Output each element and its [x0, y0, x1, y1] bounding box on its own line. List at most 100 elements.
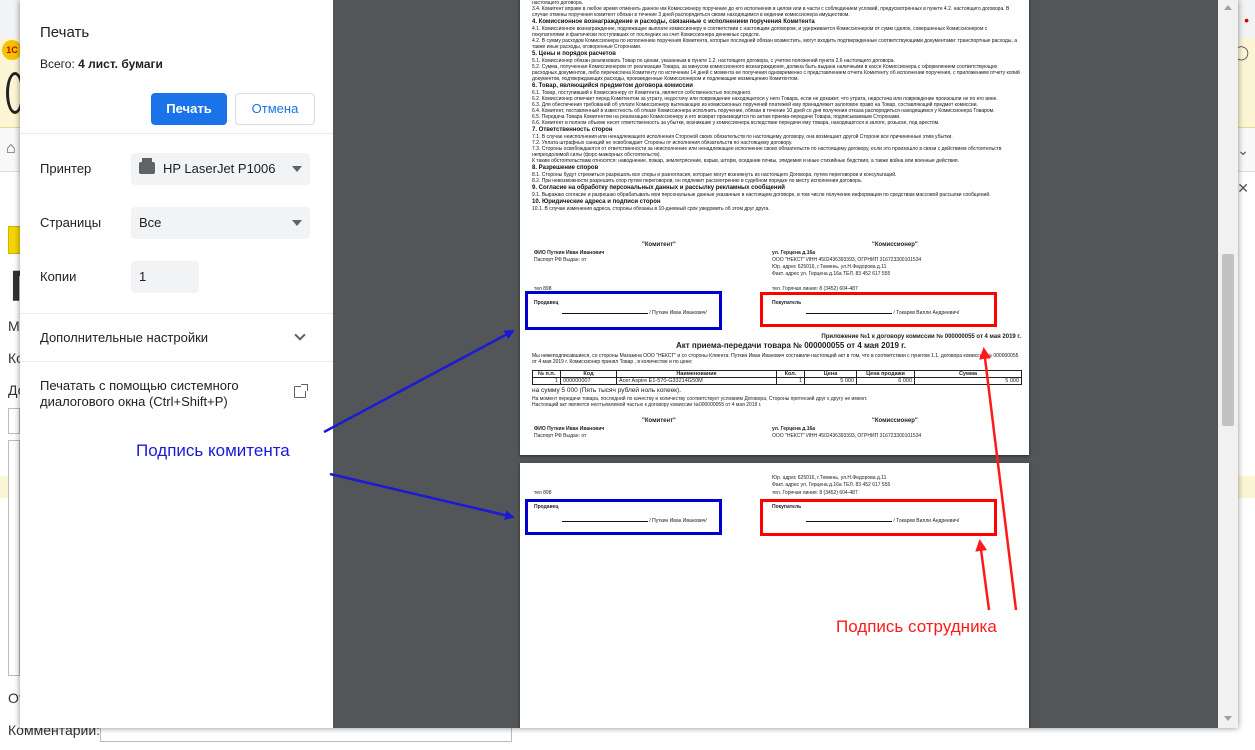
chevron-down-icon[interactable]: ⌄: [1237, 142, 1249, 159]
table-row: 1 000000007 Acer Aspire E1-570-G33214G50…: [532, 377, 1022, 385]
fact-address: Факт. адрес ул. Герцена д.16а ТЕЛ. 83 45…: [772, 482, 891, 488]
employee-signature-highlight: [760, 499, 997, 536]
open-external-icon[interactable]: [294, 384, 308, 398]
table-header: Цена: [804, 370, 857, 378]
app-logo-icon: •: [1244, 12, 1249, 28]
doc-line: 3.4. Комитент вправе в любое время отмен…: [532, 6, 1010, 18]
scrollbar-thumb[interactable]: [1222, 254, 1234, 426]
komitent-signature-highlight: [525, 291, 722, 330]
printer-icon: [139, 158, 155, 174]
doc-line: К таким обстоятельствам относятся: навод…: [532, 158, 959, 164]
employee-signature-highlight: [760, 292, 997, 327]
company-line: ООО "НЕКСТ" ИНН 4502436393393, ОГРНИП 31…: [772, 433, 922, 439]
system-dialog-link[interactable]: Печатать с помощью системного диалоговог…: [40, 378, 280, 410]
komitent-label: "Комитент": [642, 418, 676, 424]
home-icon[interactable]: ⌂: [6, 140, 16, 158]
act-intro: Мы нижеподписавшиеся, со стороны Магазин…: [532, 353, 1019, 365]
table-header-row: № п.п. Код Наименование Кол. Цена Цена п…: [532, 370, 1022, 378]
doc-line: 4.2. В сумму расходов Комиссионера по ис…: [532, 38, 1017, 50]
table-header: Кол.: [776, 370, 805, 378]
app-list-panel: [8, 440, 20, 676]
komissioner-label: "Комиссионер": [872, 242, 918, 248]
legal-address: Юр. адрес 625016, г.Тюмень, ул.Н.Федоров…: [772, 264, 887, 270]
doc-line: 5.2. Сумма, полученная Комиссионером от …: [532, 64, 1020, 82]
table-header: Наименование: [616, 370, 777, 378]
table-header: Код: [560, 370, 617, 378]
printer-select-value: HP LaserJet P1006: [139, 158, 276, 176]
legal-address: Юр. адрес 625016, г.Тюмень, ул.Н.Федоров…: [772, 475, 887, 481]
preview-page-1: настоящего договора. 3.4. Комитент вправ…: [520, 0, 1029, 455]
section-title: 10. Юридические адреса и подписи сторон: [532, 199, 661, 205]
preview-scrollbar[interactable]: [1218, 0, 1238, 728]
doc-line: 10.1. В случае изменения адреса, стороны…: [532, 206, 770, 212]
table-header: Сумма: [914, 370, 1022, 378]
dropdown-arrow-icon: [292, 220, 302, 226]
appendix-line: Приложение №1 к договору комиссии № 0000…: [821, 334, 1021, 340]
scroll-up-icon[interactable]: [1224, 5, 1232, 10]
phone-line: тел. Горячая линия: 8 (3452) 604-487: [772, 490, 858, 496]
pages-select[interactable]: Все: [131, 207, 310, 239]
table-cell: 000000007: [560, 377, 617, 385]
komitent-label: "Комитент": [642, 242, 676, 248]
table-cell: 5 000: [914, 377, 1022, 385]
scroll-down-icon[interactable]: [1224, 716, 1232, 721]
act-title: Акт приема-передачи товара № 000000055 о…: [676, 341, 906, 350]
printer-name: HP LaserJet P1006: [163, 161, 276, 176]
sheet-total: Всего: 4 лист. бумаги: [40, 57, 163, 71]
print-preview: настоящего договора. 3.4. Комитент вправ…: [333, 0, 1238, 728]
address-line: ул. Герцена д.16а: [772, 250, 816, 256]
table-header: № п.п.: [532, 370, 561, 378]
contract-text: настоящего договора. 3.4. Комитент вправ…: [532, 0, 1020, 212]
table-cell: 1: [532, 377, 561, 385]
section-title: 6. Товар, являющийся предметом договора …: [532, 83, 693, 89]
divider: [20, 133, 333, 134]
pages-select-value: Все: [139, 215, 162, 230]
app-field[interactable]: [8, 408, 20, 434]
dropdown-arrow-icon: [292, 166, 302, 172]
table-cell: 5 000: [804, 377, 857, 385]
app-logo: 1С: [2, 40, 22, 60]
section-title: 8. Разрешение споров: [532, 165, 599, 171]
address-line: ул. Герцена д.16а: [772, 426, 816, 432]
more-settings-toggle[interactable]: Дополнительные настройки: [40, 330, 208, 345]
copies-input[interactable]: 1: [131, 261, 199, 293]
fact-address: Факт. адрес ул. Герцена д.16а ТЕЛ. 83 45…: [772, 271, 891, 277]
pages-label: Страницы: [40, 215, 102, 230]
chevron-down-icon[interactable]: [294, 329, 306, 341]
employee-caption: Подпись сотрудника: [836, 617, 997, 636]
act-line: Настоящий акт является неотъемлемой част…: [532, 402, 762, 408]
copies-label: Копии: [40, 269, 77, 284]
print-dialog: Печать Всего: 4 лист. бумаги Печать Отме…: [20, 0, 1238, 728]
print-settings-panel: Печать Всего: 4 лист. бумаги Печать Отме…: [20, 0, 333, 728]
komitent-caption: Подпись комитента: [136, 441, 290, 460]
table-cell: Acer Aspire E1-570-G33214G50M: [616, 377, 777, 385]
app-right-column: • ◯ ⌄ ✕: [1233, 0, 1255, 750]
preview-page-2: Юр. адрес 625016, г.Тюмень, ул.Н.Федоров…: [520, 463, 1029, 728]
passport-line: Паспорт РФ Выдан: от: [534, 433, 587, 439]
table-header: Цена продажи: [856, 370, 915, 378]
cancel-button[interactable]: Отмена: [235, 93, 315, 125]
komissioner-label: "Комиссионер": [872, 418, 918, 424]
passport-line: Паспорт РФ Выдан: от: [534, 257, 587, 263]
section-title: 7. Ответственность сторон: [532, 127, 613, 133]
fio-line: ФИО Путкин Иван Иванович: [534, 426, 605, 432]
close-icon[interactable]: ✕: [1237, 180, 1249, 197]
fio-line: ФИО Путкин Иван Иванович: [534, 250, 605, 256]
doc-line: 4.1. Комиссионное вознаграждение, подлеж…: [532, 26, 988, 38]
tel-line: тел 898: [534, 490, 552, 496]
divider: [20, 313, 333, 314]
table-cell: 6 000: [856, 377, 915, 385]
section-title: 5. Цены и порядок расчетов: [532, 51, 616, 57]
table-cell: 1: [776, 377, 805, 385]
divider: [20, 361, 333, 362]
company-line: ООО "НЕКСТ" ИНН 4502436393393, ОГРНИП 31…: [772, 257, 922, 263]
section-title: 4. Комиссионное вознаграждение и расходы…: [532, 19, 815, 25]
print-button[interactable]: Печать: [151, 93, 227, 125]
goods-table: № п.п. Код Наименование Кол. Цена Цена п…: [532, 370, 1022, 385]
printer-label: Принтер: [40, 161, 92, 176]
sheet-total-value: 4 лист. бумаги: [78, 57, 163, 71]
printer-select[interactable]: HP LaserJet P1006: [131, 153, 310, 185]
section-title: 9. Согласие на обработку персональных да…: [532, 185, 785, 191]
komitent-signature-highlight: [525, 499, 722, 535]
sheet-total-label: Всего:: [40, 57, 75, 71]
